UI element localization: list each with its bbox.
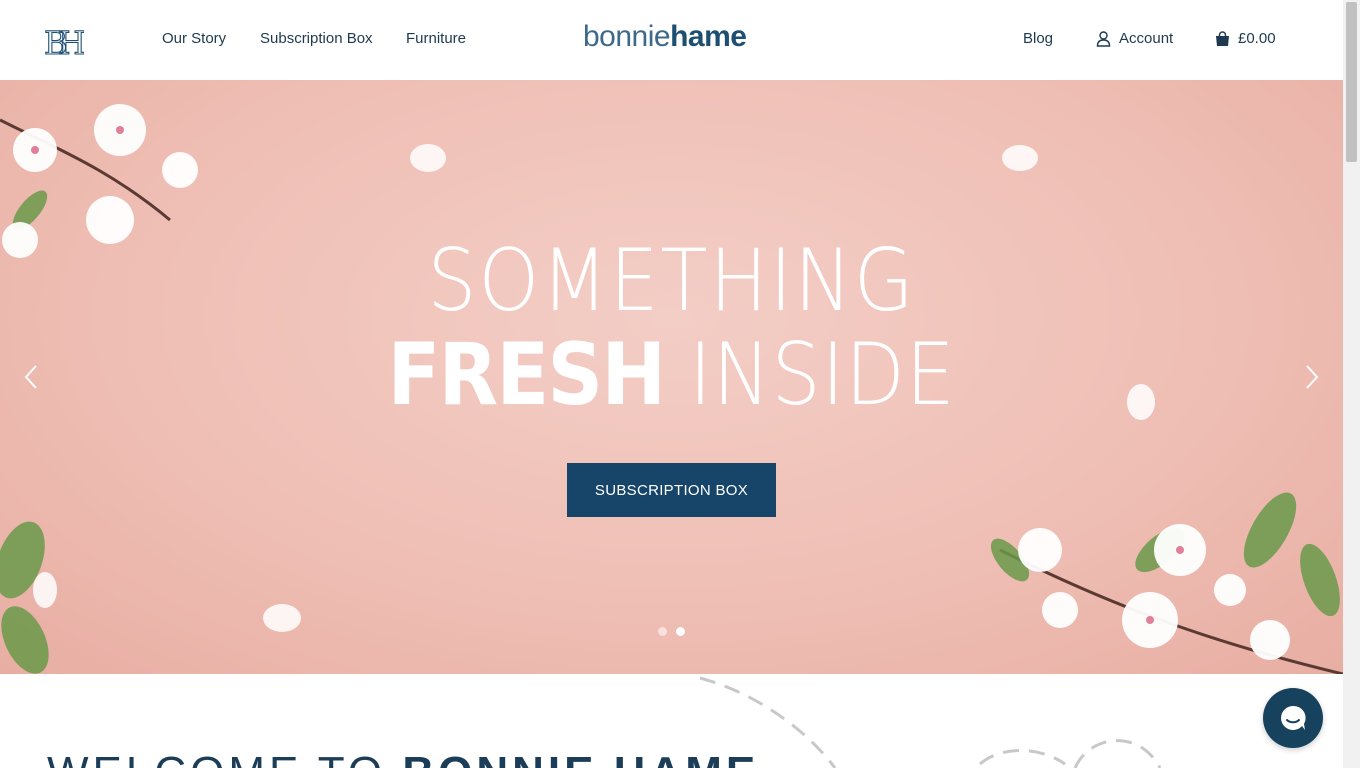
subscription-box-button[interactable]: SUBSCRIPTION BOX xyxy=(567,463,776,517)
brand-logo-light: bonnie xyxy=(583,20,671,53)
account-link[interactable]: Account xyxy=(1096,30,1173,47)
welcome-heading-light: WELCOME TO xyxy=(47,748,386,768)
hero-heading-thin: INSIDE xyxy=(688,325,956,425)
slide-dot-2[interactable] xyxy=(676,627,685,636)
next-slide-arrow-icon[interactable] xyxy=(1297,363,1325,391)
hero-heading-strong: FRESH xyxy=(387,325,666,425)
site-header: B H Our Story Subscription Box Furniture… xyxy=(0,0,1343,80)
user-icon xyxy=(1096,30,1111,47)
nav-blog[interactable]: Blog xyxy=(1023,30,1053,47)
bh-logo-icon[interactable]: B H xyxy=(44,24,84,58)
hero-slider: SOMETHING FRESH INSIDE SUBSCRIPTION BOX xyxy=(0,80,1343,674)
account-label: Account xyxy=(1119,30,1174,47)
slide-dot-1[interactable] xyxy=(658,627,667,636)
welcome-heading-bold: BONNIE HAME xyxy=(402,748,759,768)
nav-furniture[interactable]: Furniture xyxy=(406,30,466,47)
welcome-heading: WELCOME TO BONNIE HAME xyxy=(47,748,759,768)
cart-total: £0.00 xyxy=(1238,30,1276,47)
chat-widget-button[interactable] xyxy=(1263,688,1323,748)
cart-link[interactable]: £0.00 xyxy=(1215,30,1276,47)
hero-heading-line1: SOMETHING xyxy=(427,231,916,331)
nav-our-story[interactable]: Our Story xyxy=(162,30,226,47)
nav-subscription-box[interactable]: Subscription Box xyxy=(260,30,373,47)
brand-logo-bold: hame xyxy=(670,20,747,53)
svg-text:H: H xyxy=(58,24,84,58)
shopping-bag-icon xyxy=(1216,30,1229,46)
scrollbar-thumb[interactable] xyxy=(1346,2,1357,162)
hero-heading-line2: FRESH INSIDE xyxy=(67,332,1276,418)
chat-bubble-icon xyxy=(1281,705,1306,730)
previous-slide-arrow-icon[interactable] xyxy=(18,363,46,391)
brand-logo[interactable]: bonniehame xyxy=(583,20,747,54)
